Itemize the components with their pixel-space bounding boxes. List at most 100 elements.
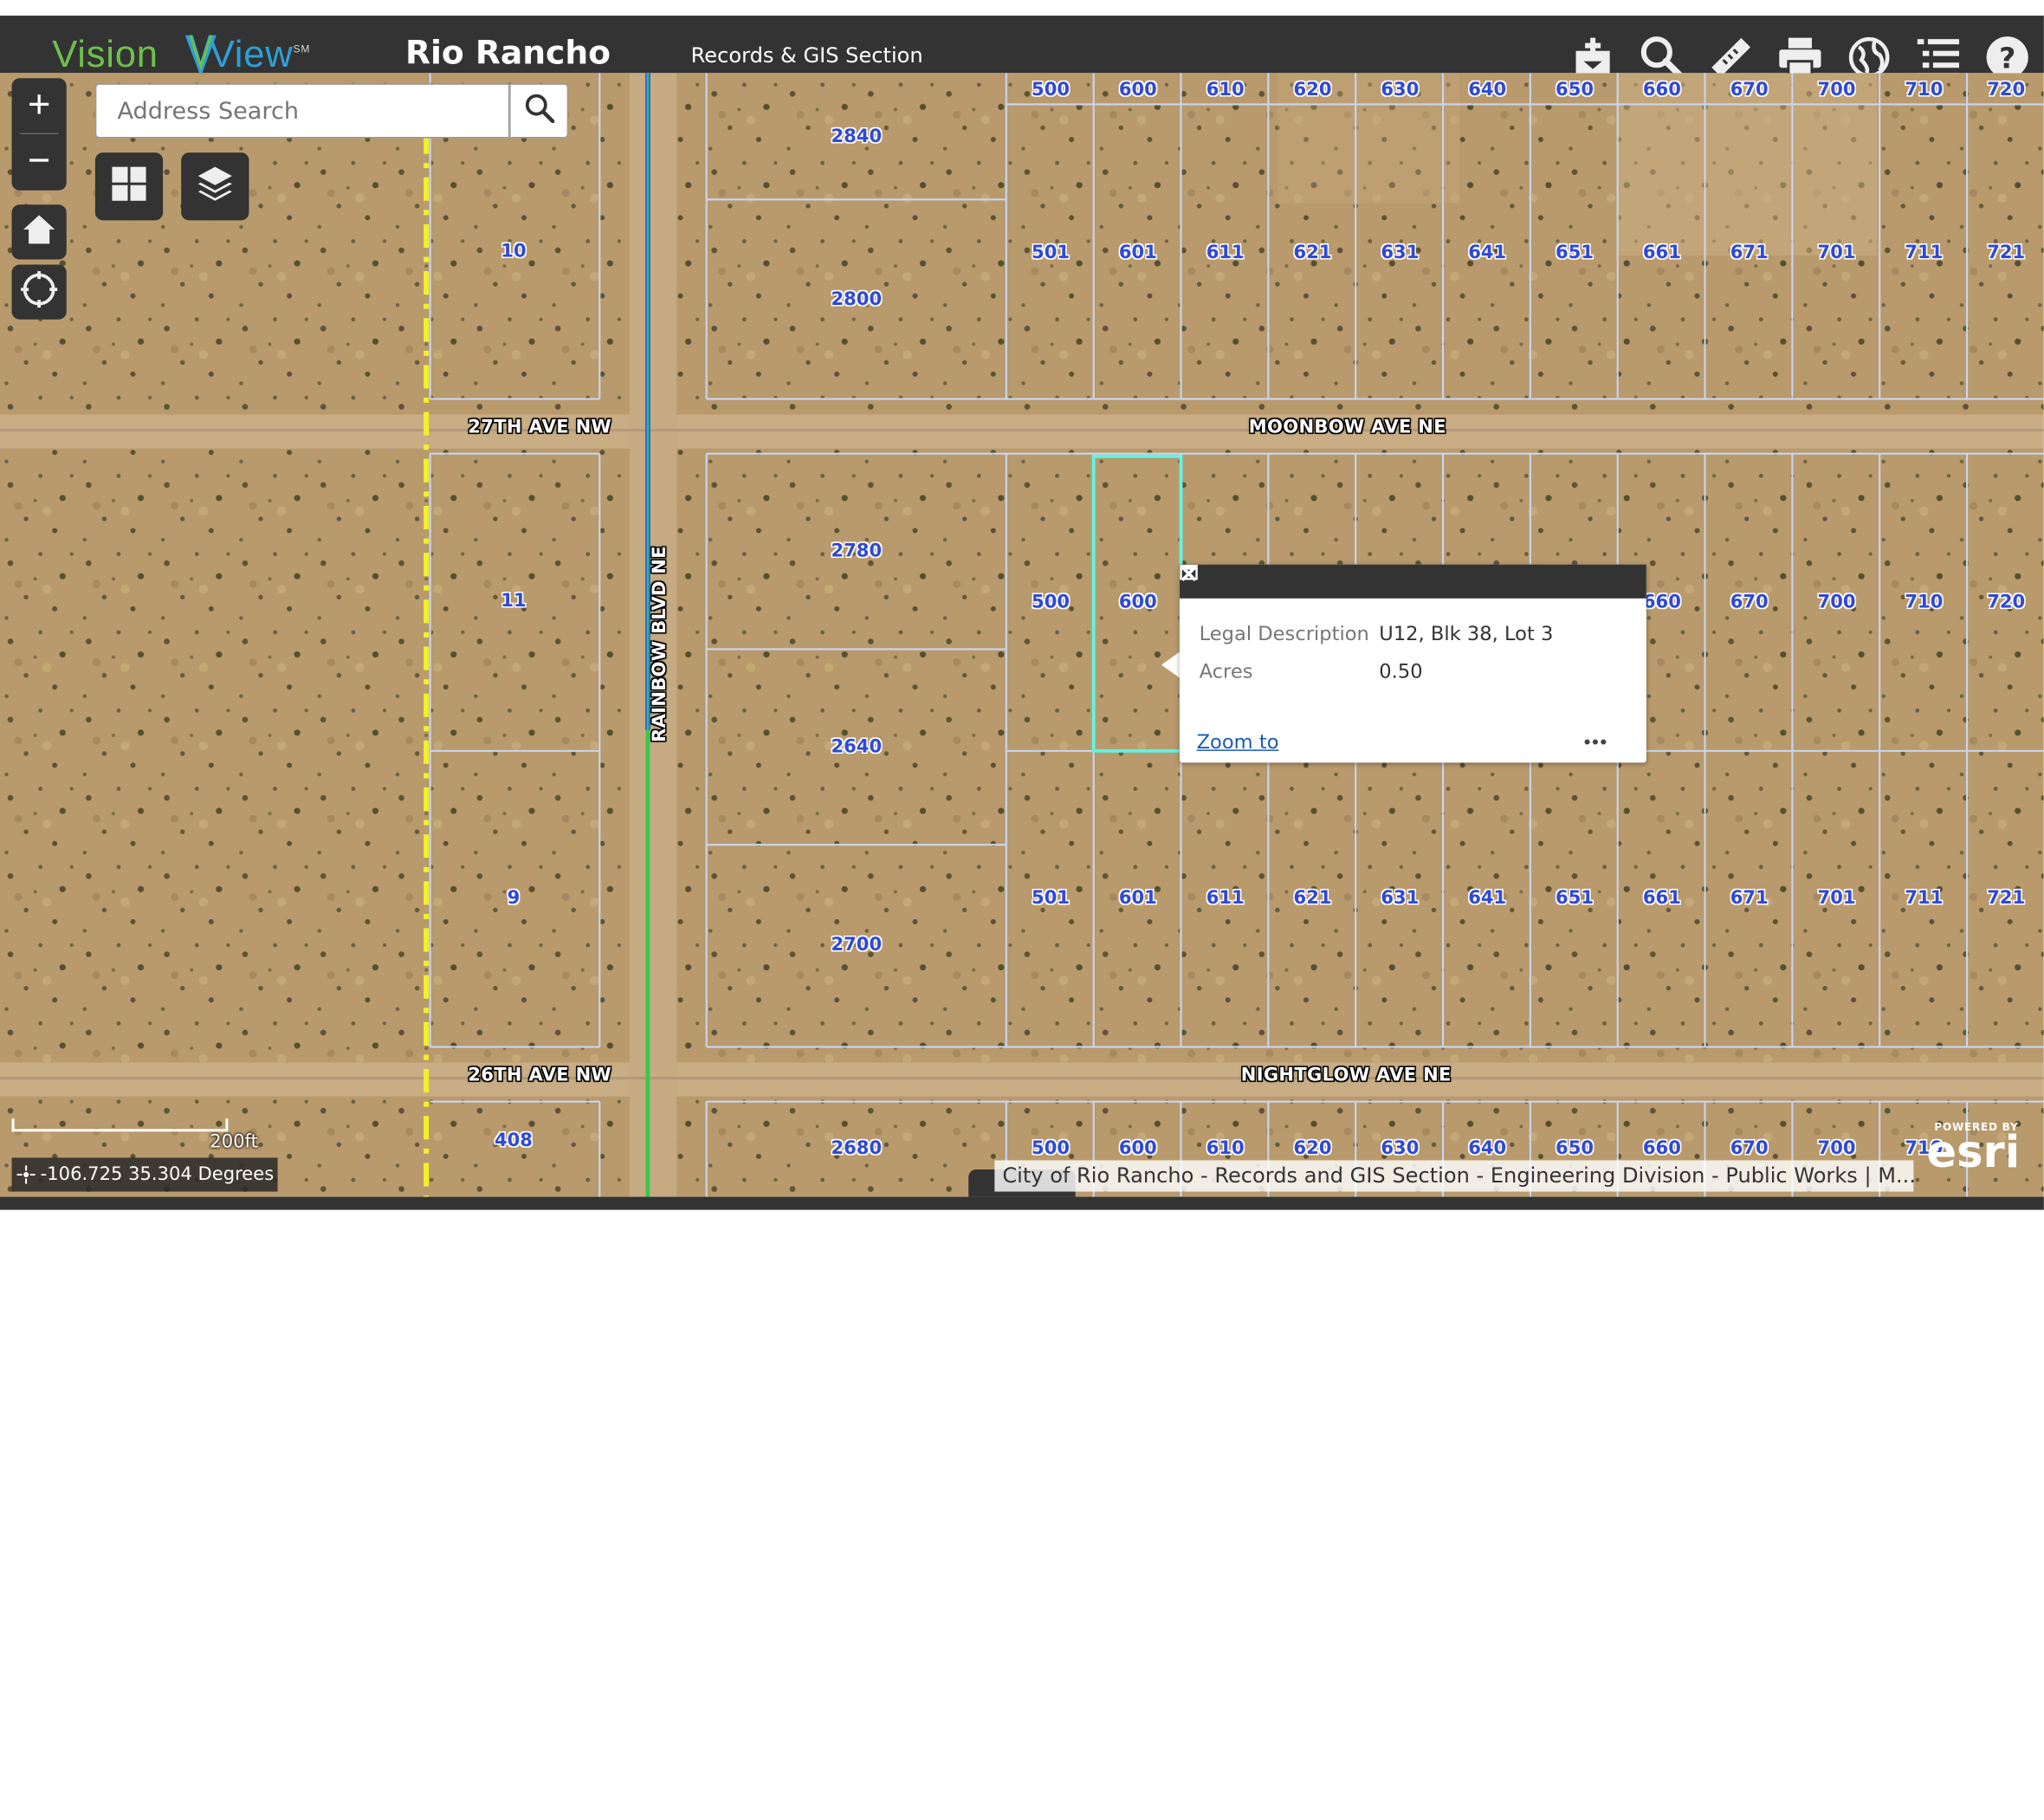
map-view[interactable]: 27TH AVE NW MOONBOW AVE NE RAINBOW BLVD … [0, 73, 2044, 1197]
zoom-control: + − [11, 78, 67, 191]
lot-label: 710 [1905, 592, 1944, 613]
lot-label: 601 [1118, 242, 1157, 264]
lot-label: 631 [1381, 887, 1420, 909]
lot-label: 641 [1468, 887, 1507, 909]
lot-label: 10 [501, 241, 527, 262]
lot-label: 600 [1118, 79, 1157, 100]
lot-label: 610 [1206, 79, 1245, 100]
lot-label: 2640 [831, 736, 883, 758]
locate-icon [20, 269, 59, 315]
lot-label: 630 [1381, 1137, 1420, 1159]
address-search-button[interactable] [509, 83, 569, 139]
lot-label: 621 [1293, 242, 1332, 264]
lot-label: 670 [1730, 79, 1769, 100]
lot-label: 711 [1905, 242, 1944, 264]
zoom-out-button[interactable]: − [12, 134, 67, 189]
street-label-rainbow-blvd-ne: RAINBOW BLVD NE [650, 546, 671, 742]
more-actions-button[interactable]: ••• [1584, 731, 1608, 754]
acres-value: 0.50 [1379, 659, 1423, 683]
lot-label: 501 [1032, 887, 1071, 909]
lot-label: 611 [1206, 887, 1245, 909]
lot-label: 501 [1032, 242, 1071, 264]
lot-label: 640 [1468, 79, 1507, 100]
scale-bar [11, 1118, 229, 1132]
street-label-26th-ave-nw: 26TH AVE NW [468, 1065, 612, 1086]
lot-label: 721 [1987, 242, 2026, 264]
popup-pointer [1161, 651, 1180, 678]
lot-label: 660 [1642, 592, 1681, 613]
lot-label: 500 [1032, 592, 1071, 613]
lot-label: 630 [1381, 79, 1420, 100]
lot-label: 631 [1381, 242, 1420, 264]
lot-label: 710 [1905, 79, 1944, 100]
lot-label: 720 [1987, 592, 2026, 613]
esri-logo: POWERED BY esri [1926, 1121, 2021, 1179]
scale-label: 200ft [210, 1131, 258, 1153]
home-button[interactable] [11, 204, 67, 260]
lot-label: 661 [1642, 242, 1681, 264]
lot-label: 621 [1293, 887, 1332, 909]
street-label-nightglow-ave-ne: NIGHTGLOW AVE NE [1240, 1065, 1452, 1086]
layers-button[interactable] [181, 152, 249, 221]
grid-icon [111, 165, 147, 208]
lot-label: 408 [494, 1130, 533, 1151]
acres-label: Acres [1199, 659, 1253, 683]
lot-label: 600 [1118, 592, 1157, 613]
legal-description-row: Legal Description U12, Blk 38, Lot 3 [1199, 621, 1554, 645]
lot-label: 651 [1556, 242, 1594, 264]
coordinate-readout[interactable]: -106.725 35.304 Degrees [11, 1157, 278, 1192]
lot-label: 2840 [831, 126, 883, 148]
acres-row: Acres 0.50 [1199, 659, 1423, 683]
lot-label: 500 [1032, 1137, 1071, 1159]
coordinate-text: -106.725 35.304 Degrees [40, 1163, 275, 1186]
lot-label: 670 [1730, 592, 1769, 613]
lot-label: 660 [1642, 79, 1681, 100]
street-label-moonbow-ave-ne: MOONBOW AVE NE [1248, 417, 1446, 438]
title-bar: Vision ViewSM Rio Rancho Records & GIS S… [0, 16, 2044, 81]
lot-label: 2700 [831, 935, 883, 956]
app-title: Rio Rancho [405, 34, 611, 72]
visionview-logo: Vision ViewSM [52, 34, 311, 76]
lot-label: 671 [1730, 887, 1769, 909]
lot-label: 11 [501, 590, 527, 612]
zoom-in-button[interactable]: + [12, 78, 67, 133]
bottom-panel-bar [0, 1196, 2044, 1210]
lot-label: 9 [507, 887, 521, 909]
lot-label: 700 [1817, 592, 1856, 613]
popup-header [1180, 564, 1646, 599]
lot-label: 670 [1730, 1137, 1769, 1159]
lot-label: 601 [1118, 887, 1157, 909]
lot-label: 671 [1730, 242, 1769, 264]
svg-text:?: ? [1999, 41, 2015, 74]
legal-description-label: Legal Description [1199, 621, 1369, 645]
lot-label: 700 [1817, 79, 1856, 100]
lot-label: 600 [1118, 1137, 1157, 1159]
lot-label: 2800 [831, 289, 883, 311]
app-subtitle: Records & GIS Section [690, 42, 923, 68]
address-search-input[interactable] [94, 83, 510, 139]
lot-label: 721 [1987, 887, 2026, 909]
lot-label: 500 [1032, 79, 1071, 100]
lot-label: 2680 [831, 1137, 883, 1159]
lot-label: 640 [1468, 1137, 1507, 1159]
feature-popup: Legal Description U12, Blk 38, Lot 3 Acr… [1180, 564, 1646, 763]
lot-label: 2780 [831, 541, 883, 562]
lot-label: 620 [1293, 79, 1332, 100]
lot-label: 650 [1556, 1137, 1594, 1159]
map-attribution: City of Rio Rancho - Records and GIS Sec… [994, 1160, 1914, 1192]
lot-label: 611 [1206, 242, 1245, 264]
widget-grid-button[interactable] [94, 152, 164, 221]
lot-label: 720 [1987, 79, 2026, 100]
lot-label: 620 [1293, 1137, 1332, 1159]
legal-description-value: U12, Blk 38, Lot 3 [1379, 621, 1554, 645]
app-header: Vision ViewSM Rio Rancho Records & GIS S… [0, 0, 2044, 81]
zoom-to-link[interactable]: Zoom to [1197, 730, 1279, 754]
lot-label: 641 [1468, 242, 1507, 264]
lot-label: 711 [1905, 887, 1944, 909]
lot-label: 651 [1556, 887, 1594, 909]
locate-button[interactable] [11, 264, 67, 320]
lot-label: 700 [1817, 1137, 1856, 1159]
top-strip [0, 0, 2044, 16]
lot-label: 701 [1817, 887, 1856, 909]
lot-label: 610 [1206, 1137, 1245, 1159]
